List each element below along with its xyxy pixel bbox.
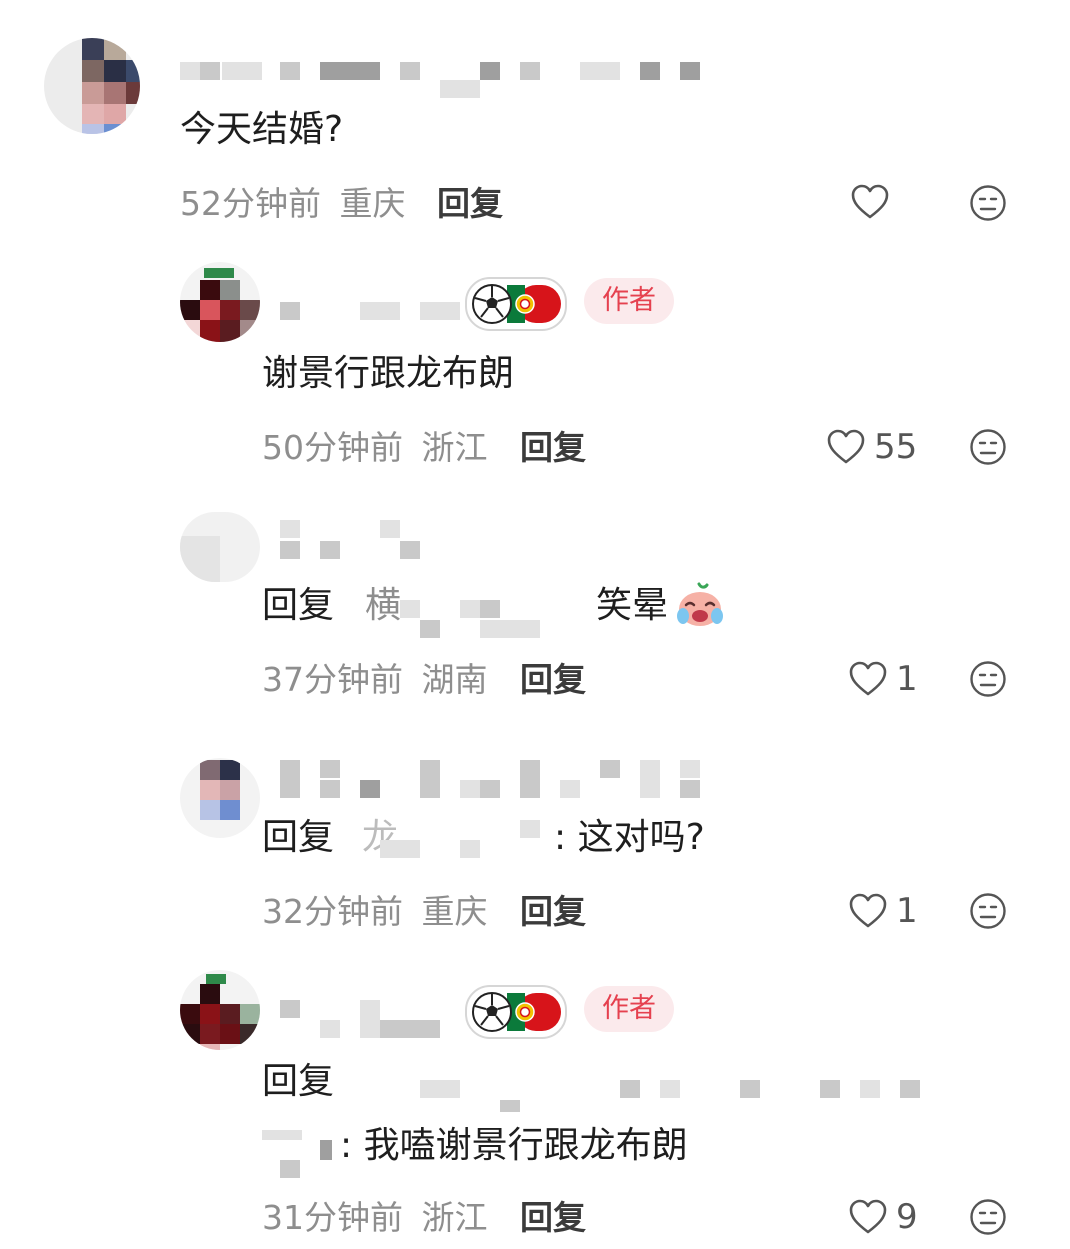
football-portugal-medal-icon [472, 992, 561, 1032]
avatar[interactable] [180, 262, 260, 342]
fan-medal [465, 985, 567, 1039]
reply-button[interactable]: 回复 [520, 1198, 586, 1238]
author-badge: 作者 [584, 986, 674, 1032]
heart-outline-icon [849, 661, 887, 696]
comment-text: 笑晕 [596, 585, 669, 626]
comment-time: 37分钟前 [262, 660, 403, 699]
reply-prefix: 回复 [262, 585, 335, 626]
like-count: 1 [896, 891, 918, 931]
dislike-button[interactable] [969, 1198, 1007, 1240]
like-count: 1 [896, 659, 918, 699]
username-redacted [280, 520, 300, 538]
fan-medal [465, 277, 567, 331]
reply-button[interactable]: 回复 [520, 428, 586, 468]
heart-outline-icon [849, 1199, 887, 1234]
comment-time: 32分钟前 [262, 892, 403, 931]
username-redacted [280, 302, 300, 320]
avatar[interactable] [44, 38, 140, 134]
comment-meta: 32分钟前 重庆 [262, 892, 488, 932]
username-redacted [180, 62, 200, 80]
heart-outline-icon [851, 184, 889, 219]
reply-button[interactable]: 回复 [520, 660, 586, 700]
comment-text: 今天结婚? [180, 109, 344, 150]
dislike-button[interactable] [969, 428, 1007, 470]
comment-time: 31分钟前 [262, 1198, 403, 1237]
reply-button[interactable]: 回复 [437, 184, 503, 224]
author-badge: 作者 [584, 278, 674, 324]
comment-meta: 50分钟前 浙江 [262, 428, 488, 468]
dislike-button[interactable] [969, 660, 1007, 702]
avatar[interactable] [180, 970, 260, 1050]
neutral-face-icon [970, 661, 1006, 697]
reply-prefix: 回复 [262, 1061, 335, 1102]
comment-location: 湖南 [421, 660, 488, 699]
comment-text: : 这对吗? [554, 817, 705, 858]
like-button[interactable]: 1 [848, 659, 918, 699]
avatar[interactable] [180, 512, 260, 582]
like-button[interactable] [850, 183, 890, 221]
username-redacted [280, 760, 300, 798]
comment-meta: 37分钟前 湖南 [262, 660, 488, 700]
neutral-face-icon [970, 429, 1006, 465]
comment-meta: 52分钟前 重庆 [180, 184, 406, 224]
reply-button[interactable]: 回复 [520, 892, 586, 932]
comment-text: 谢景行跟龙布朗 [262, 353, 515, 394]
comment-meta: 31分钟前 浙江 [262, 1198, 488, 1238]
comment-text: : 我嗑谢景行跟龙布朗 [340, 1125, 688, 1166]
avatar[interactable] [180, 758, 260, 838]
like-button[interactable]: 1 [848, 891, 918, 931]
neutral-face-icon [970, 893, 1006, 929]
reply-to-name-fragment[interactable]: 横 [365, 584, 401, 628]
comment-location: 浙江 [421, 428, 488, 467]
dislike-button[interactable] [969, 892, 1007, 934]
comment-time: 52分钟前 [180, 184, 321, 223]
comment-location: 重庆 [421, 892, 488, 931]
like-button[interactable]: 9 [848, 1197, 918, 1237]
crying-laughing-emoji-icon [675, 580, 725, 634]
comment-location: 重庆 [339, 184, 406, 223]
comment-location: 浙江 [421, 1198, 488, 1237]
neutral-face-icon [970, 1199, 1006, 1235]
comment-time: 50分钟前 [262, 428, 403, 467]
football-portugal-medal-icon [472, 284, 561, 324]
username-redacted [280, 1000, 300, 1018]
reply-prefix: 回复 [262, 817, 335, 858]
like-count: 9 [896, 1197, 918, 1237]
heart-outline-icon [849, 893, 887, 928]
neutral-face-icon [970, 185, 1006, 221]
dislike-button[interactable] [969, 184, 1007, 226]
like-button[interactable]: 55 [826, 427, 917, 467]
like-count: 55 [874, 427, 918, 467]
heart-outline-icon [827, 429, 865, 464]
